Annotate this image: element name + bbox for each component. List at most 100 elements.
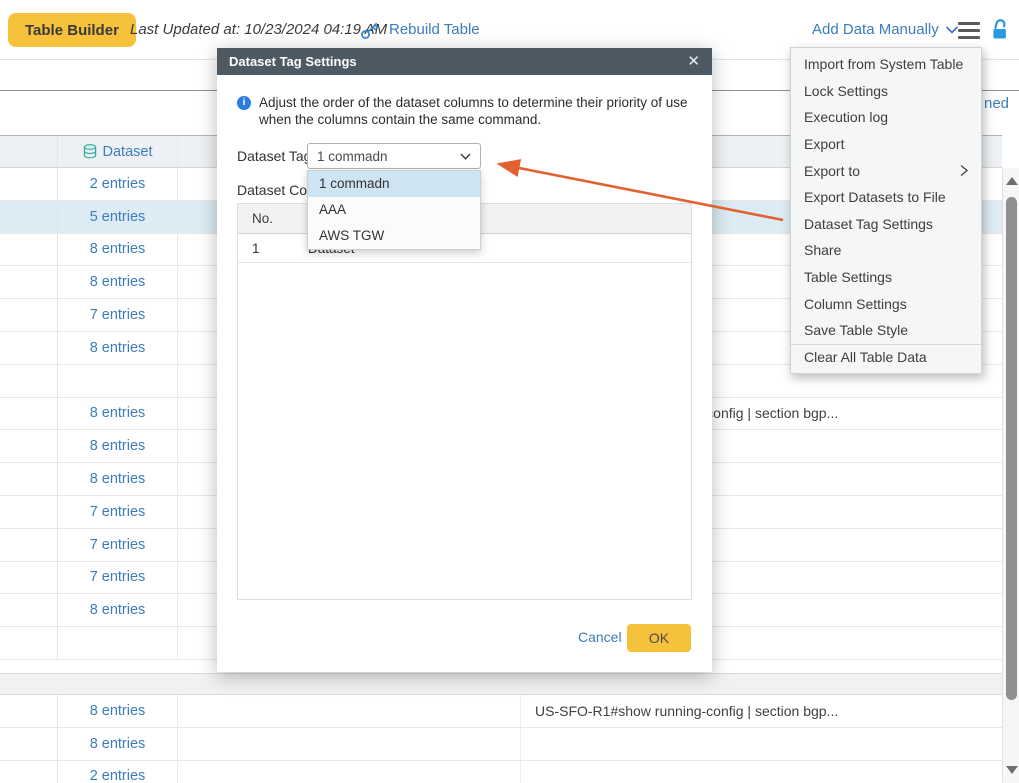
database-icon [83, 144, 97, 159]
menu-item-export[interactable]: Export [791, 131, 981, 158]
dataset-tag-select[interactable]: 1 commadn [307, 143, 481, 169]
menu-item-lock-settings[interactable]: Lock Settings [791, 78, 981, 105]
row-entries-link[interactable]: 8 entries [90, 274, 146, 290]
row-cell [178, 728, 521, 760]
menu-item-label: Save Table Style [804, 322, 968, 338]
table-row[interactable]: 2 entries [0, 761, 1002, 783]
ok-button[interactable]: OK [627, 624, 691, 652]
row-cell: 5 entries [58, 201, 178, 233]
row-entries-link[interactable]: 8 entries [90, 438, 146, 454]
row-entries-link[interactable]: 8 entries [90, 405, 146, 421]
no-column-header: No. [238, 211, 308, 226]
scroll-down-icon [1006, 766, 1018, 774]
add-data-manually-label: Add Data Manually [812, 21, 939, 38]
row-cell [0, 234, 58, 266]
modal-title: Dataset Tag Settings [229, 54, 687, 69]
dropdown-option-aws-tgw[interactable]: AWS TGW [308, 223, 480, 249]
row-cell: 8 entries [58, 332, 178, 364]
info-icon: i [237, 96, 251, 110]
vertical-scrollbar[interactable] [1002, 168, 1019, 783]
menu-item-label: Clear All Table Data [804, 349, 968, 365]
table-builder-app: ned Dataset 2 entries5 entries8 entries8… [0, 0, 1019, 783]
menu-item-export-to[interactable]: Export to [791, 157, 981, 184]
dropdown-option-aaa[interactable]: AAA [308, 197, 480, 223]
menu-item-label: Execution log [804, 109, 968, 125]
row-cell [0, 594, 58, 626]
menu-item-table-settings[interactable]: Table Settings [791, 264, 981, 291]
menu-item-label: Import from System Table [804, 56, 968, 72]
row-cell: 7 entries [58, 562, 178, 594]
row-cell: 8 entries [58, 463, 178, 495]
hamburger-menu-icon[interactable] [958, 22, 980, 39]
row-entries-link[interactable]: 5 entries [90, 209, 146, 225]
row-entries-link[interactable]: 8 entries [90, 340, 146, 356]
add-data-manually-button[interactable]: Add Data Manually [812, 21, 958, 38]
menu-item-clear-all-table-data[interactable]: Clear All Table Data [791, 344, 981, 371]
row-entries-link[interactable]: 8 entries [90, 241, 146, 257]
rebuild-table-link[interactable]: Rebuild Table [389, 21, 480, 38]
row-cell [58, 627, 178, 659]
menu-item-label: Table Settings [804, 269, 968, 285]
row-cell: 2 entries [58, 168, 178, 200]
table-builder-button[interactable]: Table Builder [8, 13, 136, 47]
row-cell: 7 entries [58, 529, 178, 561]
menu-item-column-settings[interactable]: Column Settings [791, 290, 981, 317]
menu-item-label: Lock Settings [804, 83, 968, 99]
row-entries-link[interactable]: 7 entries [90, 569, 146, 585]
menu-item-label: Dataset Tag Settings [804, 216, 968, 232]
dataset-tag-dropdown-list: 1 commadnAAAAWS TGW [307, 170, 481, 250]
menu-item-dataset-tag-settings[interactable]: Dataset Tag Settings [791, 211, 981, 238]
table-row[interactable]: 8 entries US-SFO-R1#show running-config |… [0, 695, 1002, 728]
select-chevron-down-icon [460, 153, 471, 160]
context-menu: Import from System Table Lock Settings Exe… [790, 47, 982, 374]
menu-item-save-table-style[interactable]: Save Table Style [791, 317, 981, 344]
row-cell [0, 332, 58, 364]
dataset-column-header[interactable]: Dataset [58, 136, 178, 167]
scrollbar-down-button[interactable] [1003, 757, 1019, 783]
row-cell [521, 761, 1002, 783]
scrollbar-up-button[interactable] [1003, 168, 1019, 194]
modal-info-row: i Adjust the order of the dataset column… [237, 94, 697, 128]
dataset-columns-table: No. 1 Dataset [237, 203, 692, 600]
close-icon[interactable]: ✕ [687, 54, 700, 69]
row-cell [0, 266, 58, 298]
row-command-text: US-SFO-R1#show running-config | section … [535, 703, 838, 719]
row-cell [521, 728, 1002, 760]
submenu-chevron-right-icon [960, 164, 968, 177]
row-entries-link[interactable]: 8 entries [90, 736, 146, 752]
menu-item-execution-log[interactable]: Execution log [791, 104, 981, 131]
row-cell [0, 728, 58, 760]
row-cell [0, 299, 58, 331]
rebuild-key-icon[interactable] [360, 21, 379, 40]
scrollbar-thumb[interactable] [1006, 197, 1017, 700]
row-entries-link[interactable]: 2 entries [90, 768, 146, 783]
table-row[interactable]: 8 entries [0, 728, 1002, 761]
row-entries-link[interactable]: 8 entries [90, 602, 146, 618]
row-entries-link[interactable]: 7 entries [90, 504, 146, 520]
row-entries-link[interactable]: 7 entries [90, 537, 146, 553]
dropdown-option-1-commadn[interactable]: 1 commadn [308, 171, 480, 197]
menu-item-import-from-system-table[interactable]: Import from System Table [791, 51, 981, 78]
unlock-icon[interactable] [990, 18, 1010, 40]
row-cell [0, 201, 58, 233]
row-cell [0, 529, 58, 561]
menu-item-label: Export [804, 136, 968, 152]
row-entries-link[interactable]: 2 entries [90, 176, 146, 192]
partial-link-fragment[interactable]: ned [984, 95, 1009, 112]
row-cell: 7 entries [58, 299, 178, 331]
row-cell [0, 627, 58, 659]
row-entries-link[interactable]: 8 entries [90, 703, 146, 719]
cancel-button[interactable]: Cancel [578, 629, 622, 645]
row-entries-link[interactable]: 7 entries [90, 307, 146, 323]
menu-item-share[interactable]: Share [791, 237, 981, 264]
menu-item-label: Export Datasets to File [804, 189, 968, 205]
row-entries-link[interactable]: 8 entries [90, 471, 146, 487]
row-number-column-header [0, 136, 58, 167]
menu-item-export-datasets-to-file[interactable]: Export Datasets to File [791, 184, 981, 211]
row-cell [0, 562, 58, 594]
row-number: 1 [238, 241, 308, 256]
menu-item-label: Export to [804, 163, 960, 179]
row-cell [0, 463, 58, 495]
row-cell: 8 entries [58, 695, 178, 727]
dataset-tag-selected-value: 1 commadn [317, 149, 460, 164]
